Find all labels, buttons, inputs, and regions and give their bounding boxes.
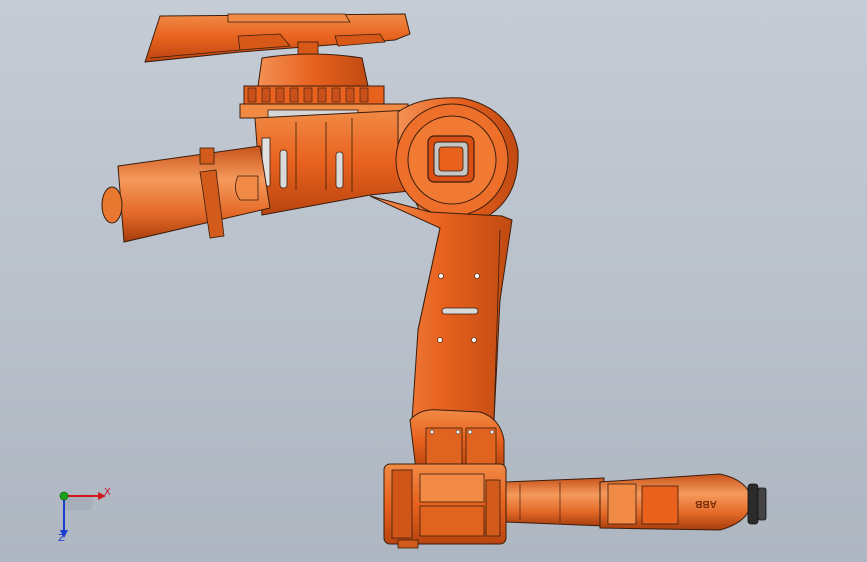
y-axis-origin [59,491,69,501]
upper-arm-link[interactable] [369,195,513,421]
3d-viewport[interactable]: ABB X Z [0,0,867,562]
base-motor-housing[interactable] [383,463,507,549]
x-axis-label: X [104,487,111,498]
wrist-rotation-ring[interactable] [243,53,385,105]
wrist-motor-cylinder[interactable] [101,145,271,243]
z-axis-label: Z [58,533,65,544]
abb-logo: ABB [695,498,717,509]
coordinate-triad: X Z [44,480,124,550]
elbow-joint[interactable] [395,97,519,217]
base-end-housing[interactable]: ABB [599,473,767,531]
lower-joint-housing[interactable] [409,409,505,471]
robot-arm-model[interactable]: ABB [0,0,867,562]
base-shaft[interactable] [505,477,605,527]
tool-flange-top[interactable] [144,13,411,63]
